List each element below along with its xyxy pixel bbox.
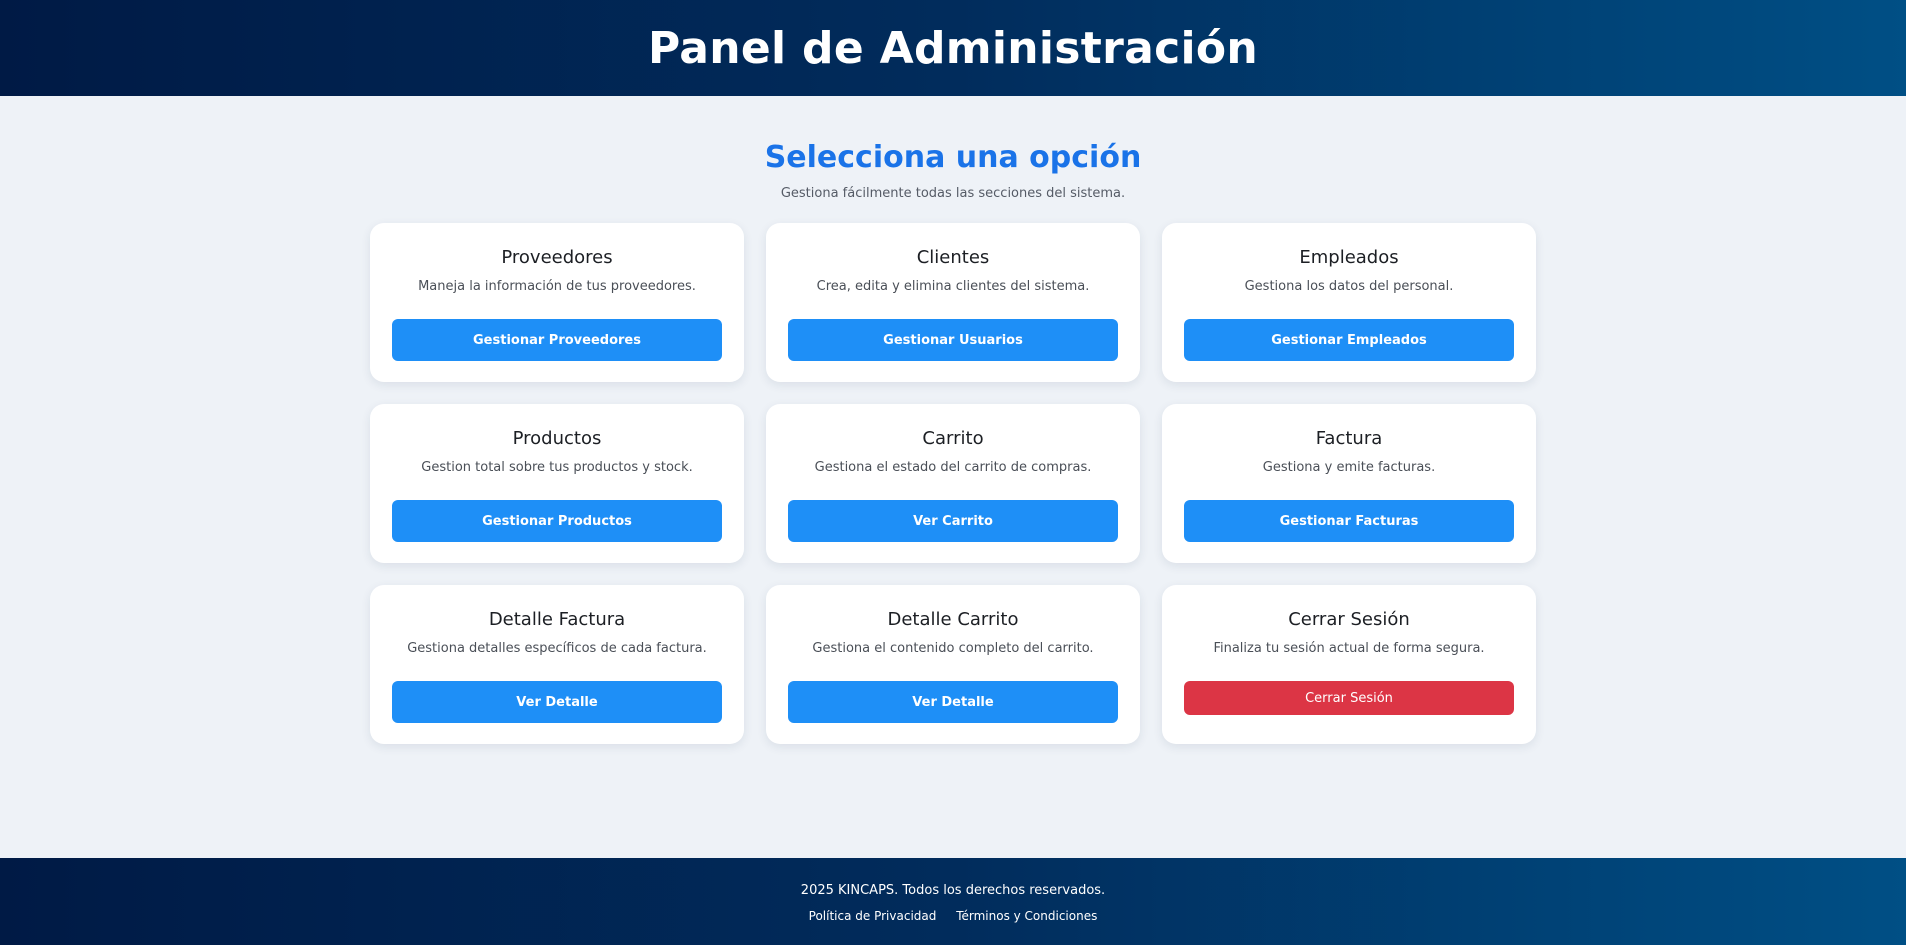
footer-links: Política de Privacidad Términos y Condic… [0,907,1906,925]
card-description: Gestiona el contenido completo del carri… [812,641,1094,656]
admin-panel-page: Panel de Administración Selecciona una o… [0,0,1906,945]
ver-carrito-button[interactable]: Ver Carrito [788,500,1118,542]
section-heading: Selecciona una opción [764,140,1142,175]
card-title: Detalle Factura [488,609,626,630]
card-description: Finaliza tu sesión actual de forma segur… [1213,641,1485,656]
card-description: Crea, edita y elimina clientes del siste… [816,279,1090,294]
card-productos: Productos Gestion total sobre tus produc… [370,404,744,563]
terms-conditions-link[interactable]: Términos y Condiciones [956,909,1097,923]
card-title: Factura [1315,428,1383,449]
card-title: Empleados [1299,247,1399,268]
card-description: Gestiona los datos del personal. [1244,279,1454,294]
card-title: Cerrar Sesión [1288,609,1410,630]
footer-copyright: 2025 KINCAPS. Todos los derechos reserva… [800,883,1106,898]
gestionar-proveedores-button[interactable]: Gestionar Proveedores [392,319,722,361]
card-title: Proveedores [501,247,613,268]
ver-detalle-carrito-button[interactable]: Ver Detalle [788,681,1118,723]
card-title: Detalle Carrito [887,609,1019,630]
card-detalle-carrito: Detalle Carrito Gestiona el contenido co… [766,585,1140,744]
card-detalle-factura: Detalle Factura Gestiona detalles especí… [370,585,744,744]
card-description: Gestiona detalles específicos de cada fa… [407,641,707,656]
intro-section: Selecciona una opción Gestiona fácilment… [0,136,1906,204]
card-description: Gestiona y emite facturas. [1262,460,1436,475]
card-carrito: Carrito Gestiona el estado del carrito d… [766,404,1140,563]
card-clientes: Clientes Crea, edita y elimina clientes … [766,223,1140,382]
card-title: Clientes [916,247,990,268]
options-grid: Proveedores Maneja la información de tus… [370,223,1536,744]
gestionar-usuarios-button[interactable]: Gestionar Usuarios [788,319,1118,361]
gestionar-facturas-button[interactable]: Gestionar Facturas [1184,500,1514,542]
card-empleados: Empleados Gestiona los datos del persona… [1162,223,1536,382]
page-title: Panel de Administración [647,22,1259,74]
ver-detalle-factura-button[interactable]: Ver Detalle [392,681,722,723]
privacy-policy-link[interactable]: Política de Privacidad [809,909,937,923]
gestionar-productos-button[interactable]: Gestionar Productos [392,500,722,542]
card-cerrar-sesion: Cerrar Sesión Finaliza tu sesión actual … [1162,585,1536,744]
card-description: Maneja la información de tus proveedores… [418,279,696,294]
gestionar-empleados-button[interactable]: Gestionar Empleados [1184,319,1514,361]
card-description: Gestiona el estado del carrito de compra… [814,460,1092,475]
card-proveedores: Proveedores Maneja la información de tus… [370,223,744,382]
section-subtitle: Gestiona fácilmente todas las secciones … [780,186,1126,201]
card-title: Carrito [922,428,984,449]
page-footer: 2025 KINCAPS. Todos los derechos reserva… [0,858,1906,945]
page-header: Panel de Administración [0,0,1906,96]
cerrar-sesion-button[interactable]: Cerrar Sesión [1184,681,1514,715]
card-factura: Factura Gestiona y emite facturas. Gesti… [1162,404,1536,563]
card-title: Productos [512,428,602,449]
card-description: Gestion total sobre tus productos y stoc… [421,460,693,475]
